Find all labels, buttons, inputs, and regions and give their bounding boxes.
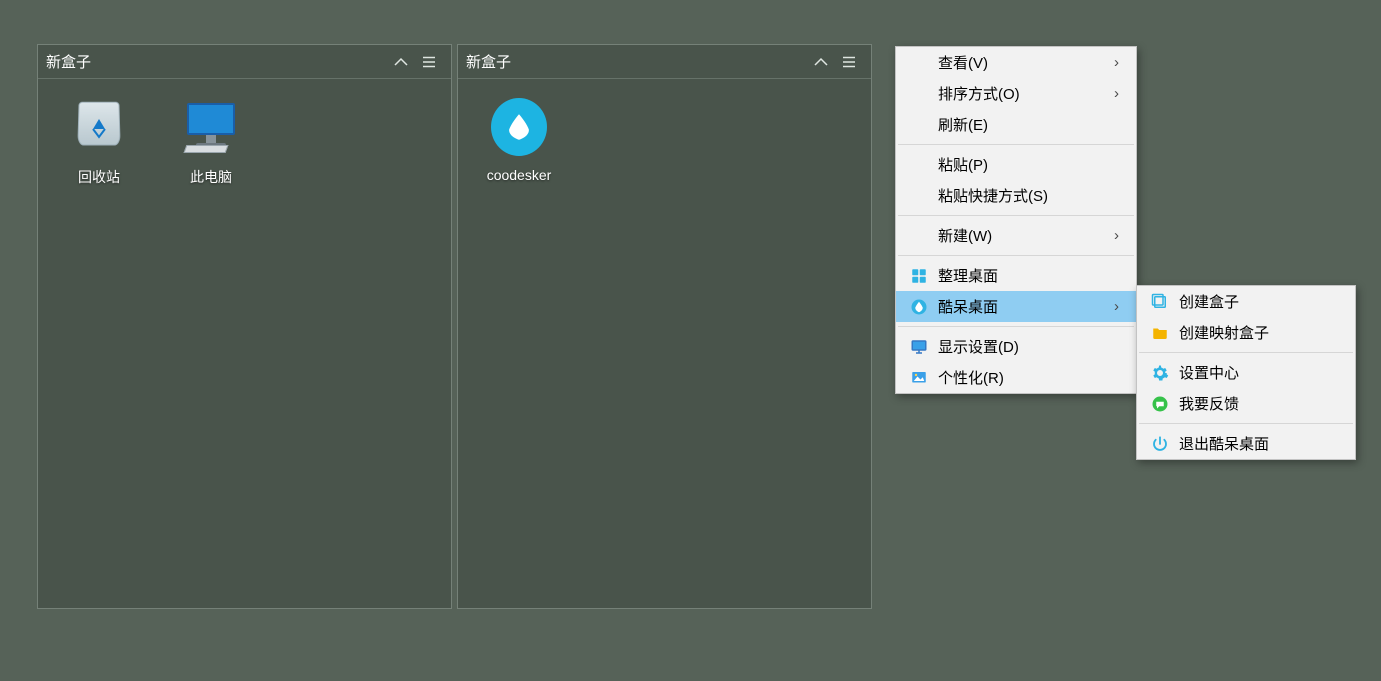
menu-item-display-settings[interactable]: 显示设置(D): [896, 331, 1136, 362]
desktop-box-2[interactable]: 新盒子 coodesker: [457, 44, 872, 609]
tiles-icon: [908, 267, 930, 285]
box-title: 新盒子: [46, 51, 387, 72]
cood-icon: [908, 298, 930, 316]
menu-separator: [898, 255, 1134, 256]
coodesker-submenu: 创建盒子创建映射盒子设置中心我要反馈退出酷呆桌面: [1136, 285, 1356, 460]
submenu-arrow-icon: ›: [1114, 54, 1126, 71]
menu-item-view[interactable]: 查看(V)›: [896, 47, 1136, 78]
menu-icon[interactable]: [835, 48, 863, 76]
menu-item-label: 退出酷呆桌面: [1171, 433, 1333, 454]
menu-item-label: 排序方式(O): [930, 83, 1114, 104]
menu-item-label: 创建盒子: [1171, 291, 1333, 312]
menu-item-label: 设置中心: [1171, 362, 1333, 383]
menu-separator: [898, 215, 1134, 216]
menu-item-organize-desktop[interactable]: 整理桌面: [896, 260, 1136, 291]
desktop-item-this-pc[interactable]: 此电脑: [156, 91, 266, 187]
coodesker-icon: [491, 99, 547, 155]
folder-icon: [1149, 324, 1171, 342]
menu-item-paste[interactable]: 粘贴(P): [896, 149, 1136, 180]
submenu-item-create-box[interactable]: 创建盒子: [1137, 286, 1355, 317]
menu-item-sort[interactable]: 排序方式(O)›: [896, 78, 1136, 109]
menu-icon[interactable]: [415, 48, 443, 76]
submenu-item-settings[interactable]: 设置中心: [1137, 357, 1355, 388]
desktop-item-label: 回收站: [78, 167, 120, 187]
box-body: 回收站 此电脑: [38, 79, 451, 187]
menu-item-paste-shortcut[interactable]: 粘贴快捷方式(S): [896, 180, 1136, 211]
recycle-bin-icon: [71, 99, 127, 155]
submenu-item-exit[interactable]: 退出酷呆桌面: [1137, 428, 1355, 459]
box-header: 新盒子: [458, 45, 871, 79]
menu-item-label: 酷呆桌面: [930, 296, 1114, 317]
menu-item-label: 查看(V): [930, 52, 1114, 73]
menu-item-label: 整理桌面: [930, 265, 1114, 286]
desktop-item-label: 此电脑: [190, 167, 232, 187]
desktop-context-menu: 查看(V)›排序方式(O)›刷新(E)粘贴(P)粘贴快捷方式(S)新建(W)›整…: [895, 46, 1137, 394]
submenu-arrow-icon: ›: [1114, 85, 1126, 102]
collapse-icon[interactable]: [387, 48, 415, 76]
gear-icon: [1149, 364, 1171, 382]
menu-item-label: 新建(W): [930, 225, 1114, 246]
menu-separator: [1139, 352, 1353, 353]
menu-item-label: 显示设置(D): [930, 336, 1114, 357]
menu-item-label: 粘贴(P): [930, 154, 1114, 175]
menu-item-new[interactable]: 新建(W)›: [896, 220, 1136, 251]
menu-item-label: 我要反馈: [1171, 393, 1333, 414]
newbox-icon: [1149, 293, 1171, 311]
collapse-icon[interactable]: [807, 48, 835, 76]
picture-icon: [908, 369, 930, 387]
menu-item-label: 粘贴快捷方式(S): [930, 185, 1114, 206]
menu-separator: [898, 326, 1134, 327]
desktop-item-recycle-bin[interactable]: 回收站: [44, 91, 154, 187]
menu-separator: [898, 144, 1134, 145]
menu-separator: [1139, 423, 1353, 424]
box-body: coodesker: [458, 79, 871, 183]
this-pc-icon: [183, 99, 239, 155]
box-header: 新盒子: [38, 45, 451, 79]
submenu-item-create-mapped-box[interactable]: 创建映射盒子: [1137, 317, 1355, 348]
monitor-icon: [908, 338, 930, 356]
box-title: 新盒子: [466, 51, 807, 72]
submenu-arrow-icon: ›: [1114, 227, 1126, 244]
menu-item-label: 刷新(E): [930, 114, 1114, 135]
feedback-icon: [1149, 395, 1171, 413]
desktop-box-1[interactable]: 新盒子 回收站: [37, 44, 452, 609]
menu-item-coodesker[interactable]: 酷呆桌面›: [896, 291, 1136, 322]
desktop-item-coodesker[interactable]: coodesker: [464, 91, 574, 183]
desktop-item-label: coodesker: [487, 167, 552, 183]
menu-item-label: 个性化(R): [930, 367, 1114, 388]
power-icon: [1149, 435, 1171, 453]
submenu-item-feedback[interactable]: 我要反馈: [1137, 388, 1355, 419]
submenu-arrow-icon: ›: [1114, 298, 1126, 315]
menu-item-label: 创建映射盒子: [1171, 322, 1333, 343]
menu-item-refresh[interactable]: 刷新(E): [896, 109, 1136, 140]
menu-item-personalize[interactable]: 个性化(R): [896, 362, 1136, 393]
